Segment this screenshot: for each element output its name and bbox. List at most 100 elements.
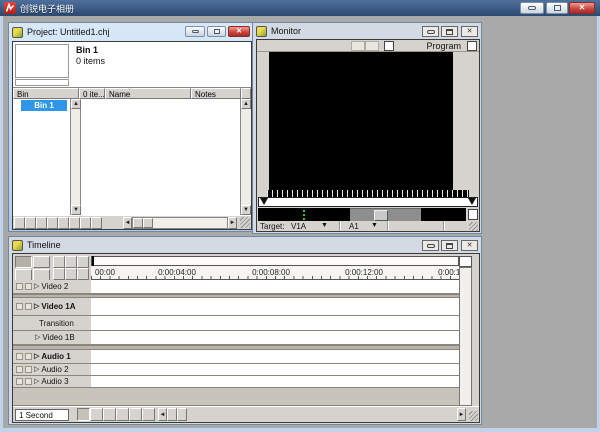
monitor-mode-segment-1[interactable] [351,41,365,51]
timeline-minimize-button[interactable] [422,240,439,251]
monitor-maximize-button[interactable] [441,26,458,37]
track-label[interactable]: Audio 2 [41,365,68,374]
monitor-mode-toggle[interactable] [384,41,394,51]
timeline-vscroll-thumb-top[interactable] [459,256,472,267]
project-close-button[interactable]: ✕ [228,26,250,37]
column-header-bin[interactable]: Bin [13,88,79,99]
item-list-scrollbar[interactable]: ▲ ▼ [240,99,251,215]
expand-arrow-icon[interactable]: ▷ [35,334,40,341]
stretch-tool-button[interactable] [65,256,77,268]
track-lane-audio2[interactable] [91,364,459,376]
project-tool-button-8[interactable] [91,217,102,229]
timeline-resize-grip[interactable] [469,411,478,421]
scrub-marker-right-icon[interactable] [468,198,476,205]
track-lane-audio1[interactable] [91,350,459,364]
shuttle-right-panel[interactable] [421,208,466,221]
scroll-right-icon[interactable]: ► [228,217,237,229]
timeline-titlebar[interactable]: Timeline ✕ [9,237,481,253]
track-lane-video1b[interactable] [91,331,459,345]
monitor-titlebar[interactable]: Monitor ✕ [253,23,481,39]
track-lock-toggle[interactable] [25,378,32,385]
link-tool-button[interactable] [65,268,77,280]
scrub-marker-left-icon[interactable] [260,198,268,205]
expand-arrow-icon[interactable]: ▷ [34,353,39,360]
timeline-hscroll-thumb[interactable] [167,408,177,421]
track-lock-toggle[interactable] [25,353,32,360]
main-titlebar[interactable]: 创锐电子相册 ✕ [0,0,600,16]
track-label[interactable]: Video 1A [41,302,75,311]
track-output-toggle[interactable] [16,366,23,373]
project-tool-button-6[interactable] [69,217,80,229]
video-target-dropdown-icon[interactable]: ▼ [321,222,328,229]
scroll-right-icon[interactable]: ► [457,408,466,421]
project-titlebar[interactable]: Project: Untitled1.chj ✕ [9,23,253,41]
project-hscroll-thumb[interactable] [133,218,143,228]
item-list-pane[interactable] [81,99,240,215]
track-lock-toggle[interactable] [25,366,32,373]
project-minimize-button[interactable] [185,26,205,37]
selection-tool-button[interactable] [15,256,32,268]
track-output-toggle[interactable] [16,283,23,290]
monitor-scrub-bar[interactable] [258,197,478,207]
track-lane-audio3[interactable] [91,376,459,388]
scroll-down-icon[interactable]: ▼ [241,205,251,215]
timeline-zoom-select[interactable]: 1 Second [15,409,69,421]
shuttle-left-panel[interactable] [258,208,350,221]
scroll-up-icon[interactable]: ▲ [71,99,81,109]
project-tool-button-2[interactable] [25,217,36,229]
track-output-toggle[interactable] [16,303,23,310]
project-tool-button-7[interactable] [80,217,91,229]
timeline-view-button-3[interactable] [103,408,116,421]
hand-tool-button[interactable] [77,256,89,268]
monitor-close-button[interactable]: ✕ [461,26,478,37]
timeline-view-button-6[interactable] [142,408,155,421]
track-label[interactable]: Transition [39,319,74,328]
main-maximize-button[interactable] [546,2,568,14]
main-close-button[interactable]: ✕ [569,2,595,14]
video-target-value[interactable]: V1A [291,222,306,231]
project-maximize-button[interactable] [207,26,226,37]
zoom-tool-button[interactable] [53,268,65,280]
track-output-toggle[interactable] [16,378,23,385]
track-label[interactable]: Audio 3 [41,377,68,386]
column-header-items[interactable]: 0 ite... [79,88,105,99]
monitor-mode-segment-2[interactable] [365,41,379,51]
monitor-resize-grip[interactable] [469,222,478,231]
inout-tool-button[interactable] [77,268,89,280]
timeline-view-button-2[interactable] [90,408,103,421]
project-tool-button-3[interactable] [36,217,47,229]
project-tool-button-5[interactable] [58,217,69,229]
expand-arrow-icon[interactable]: ▷ [34,283,39,290]
audio-target-value[interactable]: A1 [349,222,359,231]
track-output-toggle[interactable] [16,353,23,360]
timeline-view-button-5[interactable] [129,408,142,421]
shuttle-option-button[interactable] [468,209,478,220]
project-tool-button-1[interactable] [14,217,25,229]
track-lane-transition[interactable] [91,316,459,331]
timeline-vscroll[interactable] [459,267,472,406]
main-minimize-button[interactable] [520,2,544,14]
project-tool-button-4[interactable] [47,217,58,229]
track-lane-video2[interactable] [91,280,459,294]
track-lock-toggle[interactable] [25,303,32,310]
monitor-mode-label[interactable]: Program [426,41,461,51]
scroll-down-icon[interactable]: ▼ [71,205,81,215]
monitor-menu-button[interactable] [467,41,477,51]
track-label[interactable]: Video 2 [41,282,68,291]
scroll-up-icon[interactable]: ▲ [241,99,251,109]
project-hscroll-thumb2[interactable] [143,218,153,228]
timeline-close-button[interactable]: ✕ [461,240,478,251]
project-hscroll-track[interactable] [132,217,228,229]
timeline-maximize-button[interactable] [441,240,458,251]
shuttle-slider-thumb[interactable] [374,210,388,221]
shuttle-slider[interactable] [350,208,421,221]
track-lock-toggle[interactable] [25,283,32,290]
track-label[interactable]: Audio 1 [41,352,70,361]
bin-list[interactable]: Bin 1 [13,99,70,215]
work-area-bar[interactable] [91,256,459,266]
bin-list-scrollbar[interactable]: ▲ ▼ [70,99,81,215]
scroll-left-icon[interactable]: ◄ [123,217,132,229]
range-select-tool-button[interactable] [33,256,50,268]
timeline-view-button-4[interactable] [116,408,129,421]
project-resize-grip[interactable] [240,217,250,228]
